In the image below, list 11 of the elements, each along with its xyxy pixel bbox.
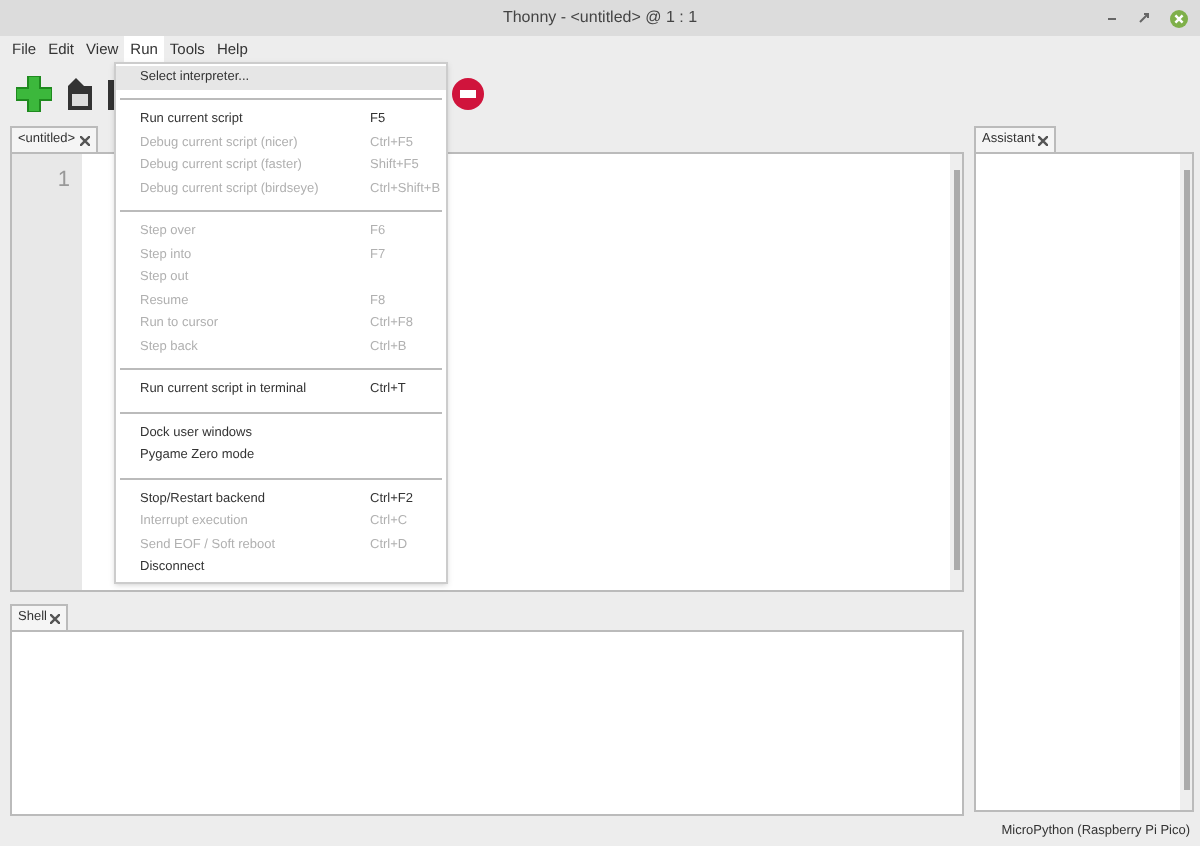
scrollbar[interactable] xyxy=(1180,154,1192,810)
close-icon[interactable] xyxy=(1038,135,1049,145)
window-title: Thonny - <untitled> @ 1 : 1 xyxy=(502,6,698,30)
scrollbar[interactable] xyxy=(950,154,962,590)
close-icon[interactable] xyxy=(50,613,61,623)
maximize-icon[interactable] xyxy=(1138,12,1150,24)
plus-icon[interactable] xyxy=(16,76,52,112)
line-number: 1 xyxy=(57,166,70,196)
close-icon[interactable] xyxy=(79,135,90,145)
minimize-icon[interactable] xyxy=(1106,12,1118,24)
stop-icon[interactable] xyxy=(452,78,484,110)
